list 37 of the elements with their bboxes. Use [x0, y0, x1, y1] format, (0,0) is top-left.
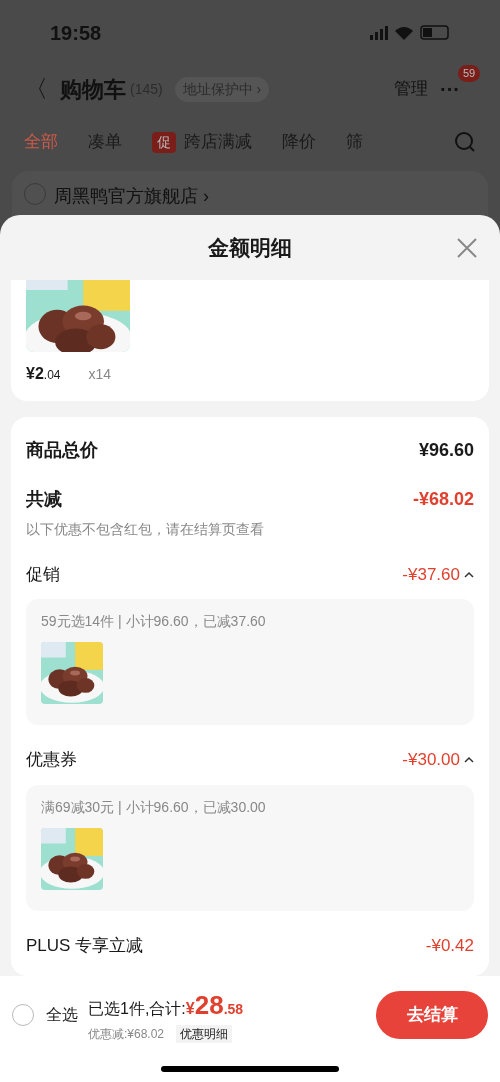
discount-label: 优惠券 [26, 749, 77, 772]
discount-value: -¥0.42 [425, 934, 474, 957]
reduction-label: 共减 [26, 487, 62, 511]
close-icon[interactable] [456, 236, 478, 259]
discount-detail: 满69减30元 | 小计96.60，已减30.00 [41, 797, 267, 817]
back-button[interactable]: 〈 [24, 71, 48, 107]
summary-label: 已选1件,合计: [88, 999, 186, 1020]
sheet-title: 金额明细 [208, 234, 292, 261]
signal-icon [370, 25, 388, 40]
promo-tag: 促 [152, 131, 176, 153]
store-name[interactable]: 周黑鸭官方旗舰店 › [54, 183, 209, 210]
discount-label: 促销 [26, 563, 60, 586]
filter-tab[interactable]: 全部 [24, 129, 58, 155]
wifi-icon [395, 25, 413, 40]
battery-icon [420, 25, 450, 40]
total-value: ¥96.60 [418, 438, 474, 462]
unit-price: ¥2.04 [26, 364, 61, 385]
discount-detail: 59元选14件 | 小计96.60，已减37.60 [41, 612, 267, 632]
status-time: 19:58 [50, 20, 102, 46]
chevron-icon[interactable] [464, 570, 474, 579]
chevron-icon[interactable] [464, 756, 474, 764]
discount-label: PLUS 专享立减 [26, 934, 144, 957]
discount-summary: 优惠减:¥68.02 [88, 1026, 165, 1044]
more-button[interactable]: ··· [440, 74, 460, 104]
checkout-button[interactable]: 去结算 [376, 990, 488, 1039]
discount-value: -¥30.00 [402, 749, 460, 772]
reduction-note: 以下优惠不包含红包，请在结算页查看 [26, 519, 265, 539]
total-label: 商品总价 [26, 438, 98, 462]
page-title: 购物车 [60, 75, 126, 104]
notification-badge: 59 [458, 65, 481, 82]
discount-value: -¥37.60 [402, 563, 460, 586]
quantity: x14 [88, 365, 112, 385]
search-icon[interactable] [454, 131, 476, 153]
total-amount: ¥28.58 [185, 989, 244, 1023]
discount-detail-link[interactable]: 优惠明细 [176, 1025, 233, 1044]
reduction-value: -¥68.02 [412, 487, 474, 511]
select-all-label[interactable]: 全选 [46, 1002, 78, 1027]
